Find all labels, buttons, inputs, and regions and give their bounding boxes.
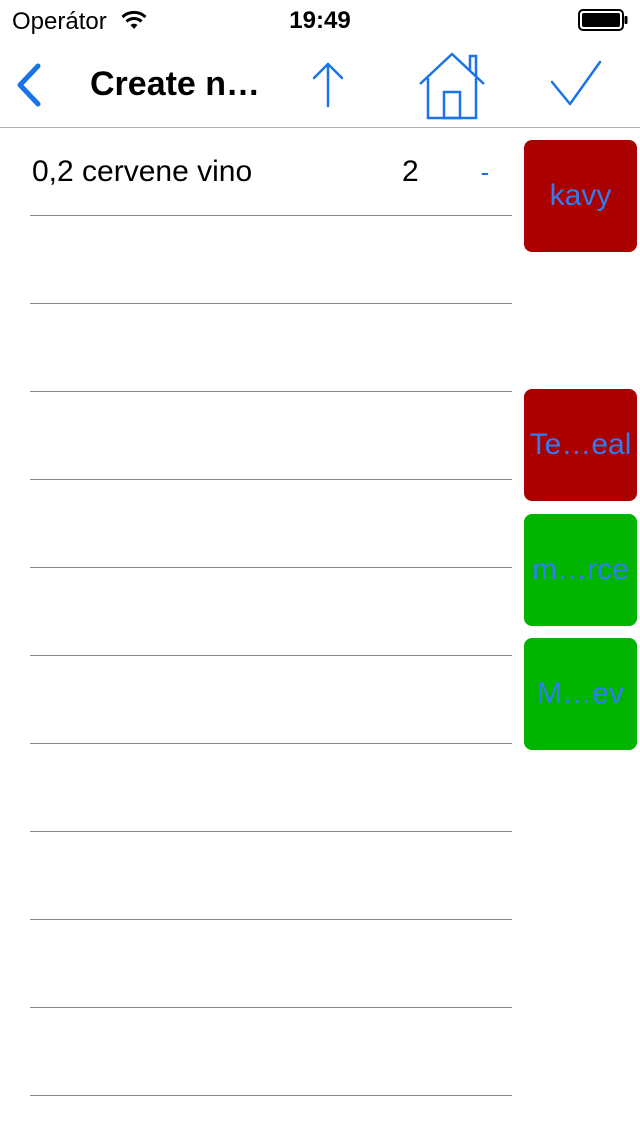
- move-up-button[interactable]: [304, 54, 352, 114]
- category-tile-m-rce[interactable]: m…rce: [524, 514, 637, 626]
- navigation-bar: Create n…: [0, 40, 640, 128]
- category-tile-kavy[interactable]: kavy: [524, 140, 637, 252]
- clock: 19:49: [289, 7, 351, 34]
- home-icon: [414, 52, 490, 126]
- category-tile-m-ev[interactable]: M…ev: [524, 638, 637, 750]
- page-title: Create n…: [90, 65, 261, 103]
- battery-full-icon: [578, 9, 628, 31]
- list-item[interactable]: [30, 304, 512, 392]
- list-item[interactable]: [30, 1008, 512, 1096]
- list-item[interactable]: [30, 744, 512, 832]
- category-tile-label: Te…eal: [529, 428, 632, 461]
- item-name: 0,2 cervene vino: [32, 155, 253, 188]
- category-tile-label: M…ev: [537, 677, 624, 710]
- status-bar: Operátor 19:49: [0, 0, 640, 40]
- item-quantity: 2: [402, 155, 419, 188]
- list-item[interactable]: [30, 392, 512, 480]
- category-tile-tea[interactable]: Te…eal: [524, 389, 637, 501]
- checkmark-icon: [544, 60, 608, 118]
- order-items-list: 0,2 cervene vino 2 -: [30, 128, 512, 1096]
- back-button[interactable]: [8, 54, 56, 114]
- list-item[interactable]: [30, 216, 512, 304]
- category-tile-label: kavy: [549, 179, 612, 212]
- category-tile-label: m…rce: [532, 553, 629, 586]
- arrow-up-icon: [304, 62, 352, 118]
- list-item[interactable]: [30, 920, 512, 1008]
- confirm-button[interactable]: [544, 54, 608, 114]
- home-button[interactable]: [414, 48, 490, 122]
- list-item[interactable]: [30, 480, 512, 568]
- chevron-left-icon: [8, 63, 56, 118]
- decrease-quantity-button[interactable]: -: [470, 154, 500, 190]
- list-item[interactable]: [30, 568, 512, 656]
- list-item[interactable]: 0,2 cervene vino 2 -: [30, 128, 512, 216]
- list-item[interactable]: [30, 656, 512, 744]
- list-item[interactable]: [30, 832, 512, 920]
